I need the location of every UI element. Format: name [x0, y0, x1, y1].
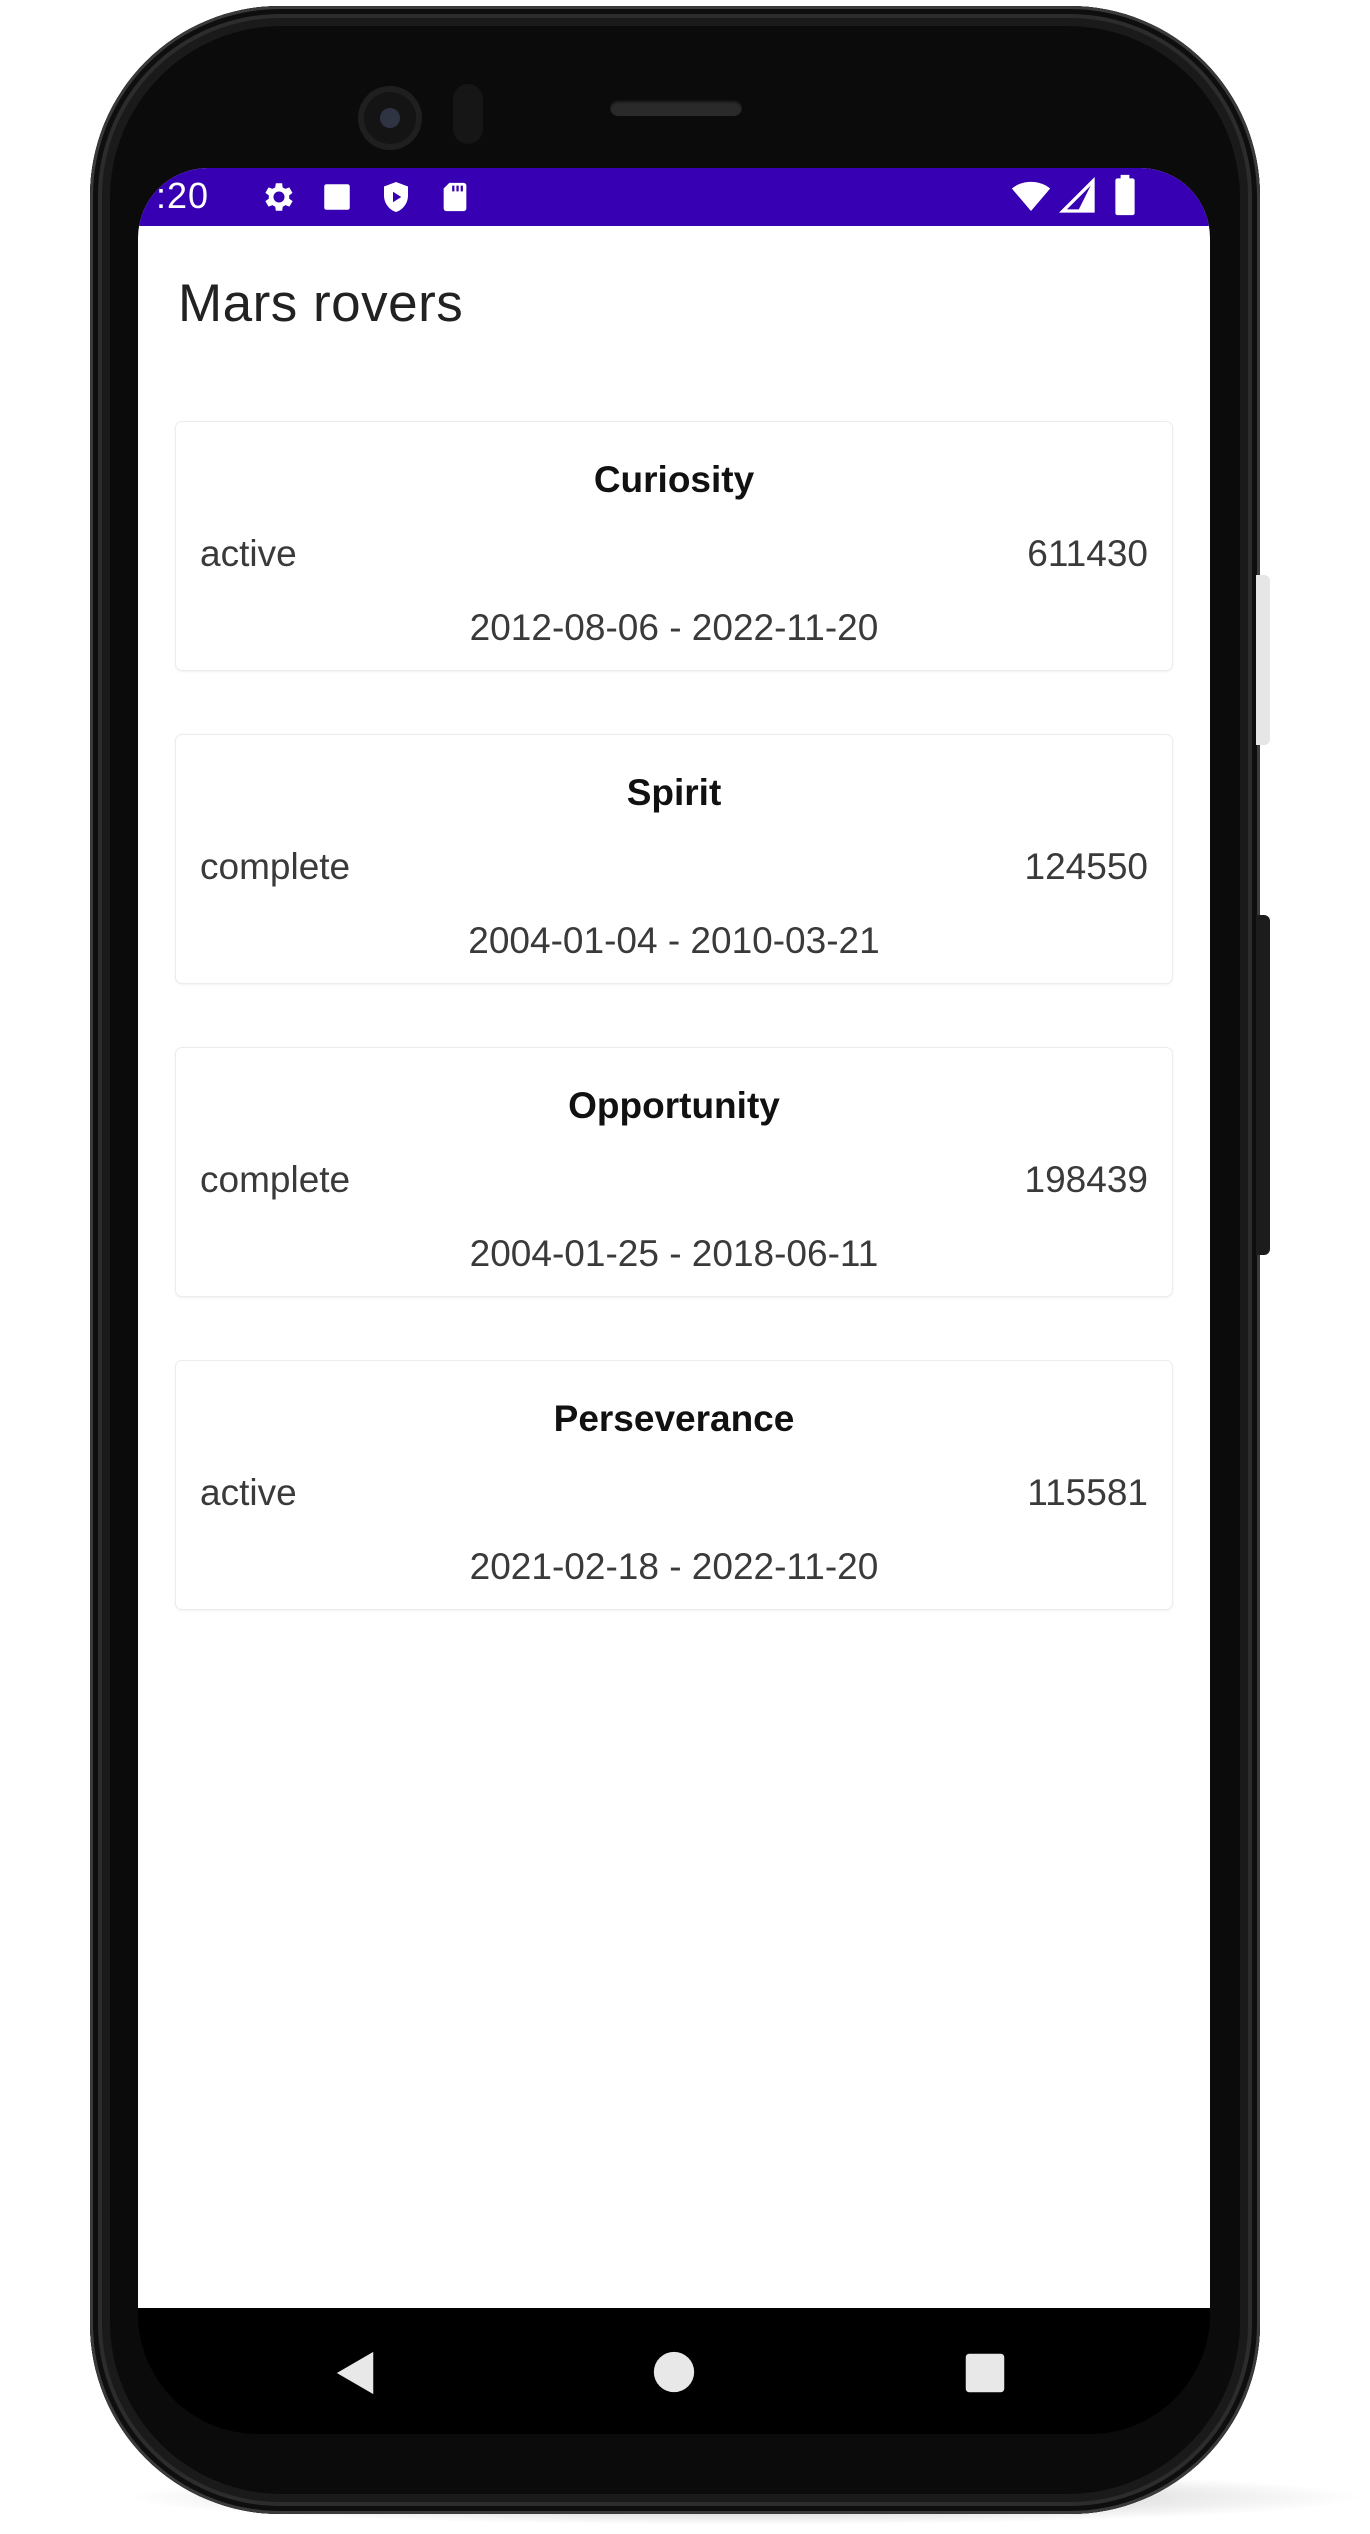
rover-card-curiosity[interactable]: Curiosity active 611430 2012-08-06 - 202…: [176, 422, 1172, 670]
rover-card-perseverance[interactable]: Perseverance active 115581 2021-02-18 - …: [176, 1361, 1172, 1609]
earpiece-speaker: [610, 100, 742, 116]
system-nav-bar: [138, 2308, 1210, 2434]
stop-icon: [320, 180, 354, 219]
rover-name: Opportunity: [568, 1085, 780, 1126]
wifi-icon: [1010, 176, 1052, 221]
rover-photo-count: 198439: [1024, 1159, 1148, 1200]
rover-status: complete: [200, 846, 351, 887]
rover-status: active: [200, 1472, 297, 1513]
recents-icon[interactable]: [964, 2352, 1006, 2399]
device-frame-stage: :20 Mars rovers Curiosity active 611430 …: [0, 0, 1370, 2534]
power-button: [1256, 575, 1270, 745]
rover-date-range: 2004-01-25 - 2018-06-11: [469, 1233, 879, 1274]
rover-photo-count: 115581: [1027, 1472, 1148, 1513]
rover-status: active: [200, 533, 297, 574]
status-time: :20: [156, 175, 210, 216]
settings-icon: [260, 178, 298, 221]
rover-date-range: 2021-02-18 - 2022-11-20: [469, 1546, 879, 1587]
front-camera: [358, 86, 422, 150]
home-icon[interactable]: [652, 2350, 696, 2399]
rover-name: Perseverance: [553, 1398, 795, 1439]
app-screen: :20 Mars rovers Curiosity active 611430 …: [138, 168, 1210, 2308]
rover-photo-count: 124550: [1024, 846, 1148, 887]
rover-date-range: 2012-08-06 - 2022-11-20: [469, 607, 879, 648]
rover-photo-count: 611430: [1027, 533, 1148, 574]
cellular-signal-icon: [1058, 176, 1098, 221]
status-bar: :20: [138, 168, 1210, 226]
page-title: Mars rovers: [178, 274, 464, 333]
back-icon[interactable]: [334, 2350, 378, 2401]
play-protect-icon: [378, 178, 414, 221]
rover-card-spirit[interactable]: Spirit complete 124550 2004-01-04 - 2010…: [176, 735, 1172, 983]
rover-status: complete: [200, 1159, 351, 1200]
rover-name: Spirit: [626, 772, 722, 813]
rover-date-range: 2004-01-04 - 2010-03-21: [468, 920, 880, 961]
proximity-sensor: [453, 84, 483, 144]
sd-card-icon: [438, 178, 472, 221]
rover-card-opportunity[interactable]: Opportunity complete 198439 2004-01-25 -…: [176, 1048, 1172, 1296]
battery-icon: [1112, 174, 1138, 221]
volume-rocker: [1256, 915, 1270, 1255]
rover-name: Curiosity: [593, 459, 755, 500]
